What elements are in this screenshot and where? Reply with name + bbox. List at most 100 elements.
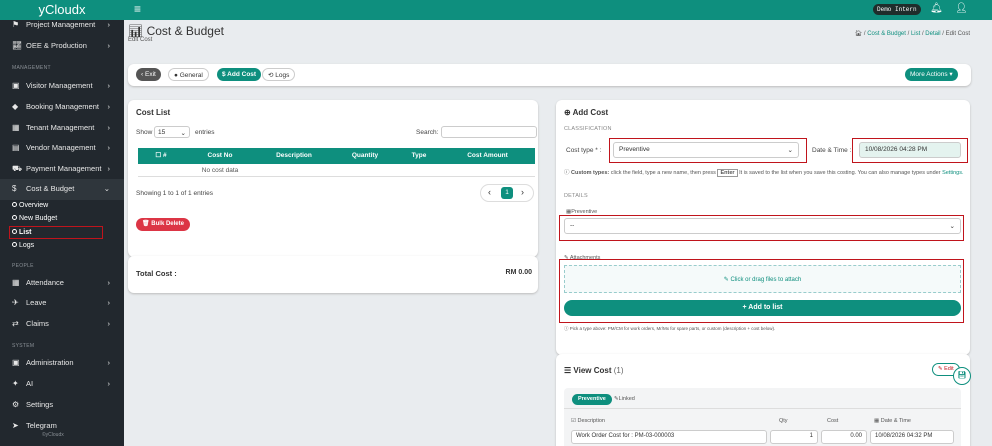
sidebar-item-label: Cost & Budget — [26, 184, 75, 193]
user-badge[interactable]: Demo Intern — [873, 4, 921, 15]
chevron-right-icon: › — [107, 278, 111, 287]
sidebar-item-project-management[interactable]: ⚑ Project Management › — [0, 20, 124, 35]
total-cost-value: RM 0.00 — [505, 269, 532, 276]
sidebar: ⚑ Project Management › 📈︎ OEE & Production ›… — [0, 20, 124, 446]
col-quantity[interactable]: Quantity — [332, 148, 398, 164]
chevron-right-icon: › — [107, 319, 111, 328]
sidebar-item-administration[interactable]: ▣ Administration › — [0, 353, 124, 373]
chevron-right-icon: › — [107, 143, 111, 152]
submenu-new-budget[interactable]: New Budget — [12, 215, 57, 222]
submenu-logs[interactable]: Logs — [12, 242, 34, 249]
row-description-field[interactable]: Work Order Cost for : PM-03-000003 — [571, 430, 767, 444]
footnote-text: Pick a type above: PM/CM for work orders… — [569, 326, 776, 331]
sidebar-footer: ©yCloudx — [42, 432, 64, 438]
total-cost-label: Total Cost : — [136, 269, 177, 278]
exchange-icon: ⇄ — [12, 319, 19, 328]
sidebar-item-label: Administration — [26, 358, 74, 367]
general-button[interactable]: ● General — [168, 68, 209, 81]
row-qty-field[interactable]: 1 — [770, 430, 818, 444]
project-icon: ⚑ — [12, 20, 20, 29]
next-page-icon[interactable]: › — [521, 187, 524, 197]
sidebar-item-label: Settings — [26, 400, 54, 409]
tab-preventive[interactable]: Preventive — [572, 394, 612, 405]
chevron-right-icon: › — [107, 102, 111, 111]
breadcrumb: 🏠︎ / Cost & Budget / List / Detail / Edi… — [854, 31, 970, 37]
chevron-right-icon: › — [107, 358, 111, 367]
logs-button[interactable]: ⟲ Logs — [262, 68, 296, 81]
section-heading-system: SYSTEM — [12, 343, 35, 349]
col-cost-amount[interactable]: Cost Amount — [440, 148, 535, 164]
row-cost-field[interactable]: 0.00 — [821, 430, 867, 444]
entries-select[interactable]: 15 ⌄ — [154, 126, 190, 138]
calendar-icon: ▦ — [12, 278, 20, 287]
sidebar-item-visitor[interactable]: ▣ Visitor Management › — [0, 76, 124, 96]
col-type[interactable]: Type — [398, 148, 440, 164]
chevron-right-icon: › — [107, 298, 111, 307]
note-bold: Custom types: — [571, 170, 610, 176]
crumb-cost-budget[interactable]: Cost & Budget — [867, 31, 906, 37]
sidebar-item-label: Payment Management — [26, 164, 102, 173]
id-card-icon: ▣ — [12, 81, 20, 90]
sidebar-item-settings[interactable]: ⚙ Settings — [0, 395, 124, 415]
prev-page-icon[interactable]: ‹ — [488, 187, 491, 197]
sidebar-item-ai[interactable]: ✦ AI › — [0, 374, 124, 394]
sidebar-item-leave[interactable]: ✈ Leave › — [0, 293, 124, 313]
sidebar-item-attendance[interactable]: ▦ Attendance › — [0, 273, 124, 293]
bar-chart-icon: 📊︎ — [128, 24, 147, 38]
sidebar-item-tenant[interactable]: ▦ Tenant Management › — [0, 118, 124, 138]
entries-label: entries — [195, 129, 215, 136]
building-icon: ▦ — [12, 123, 20, 132]
cart-icon: ⛟ — [12, 164, 23, 173]
page-title: 📊︎ Cost & Budget Edit Cost — [128, 24, 224, 43]
add-cost-title: ⊕ Add Cost — [564, 108, 609, 117]
section-heading-people: PEOPLE — [12, 263, 34, 269]
more-actions-button[interactable]: More Actions ▾ — [905, 68, 958, 81]
col-cost-no[interactable]: Cost No — [184, 148, 256, 164]
settings-link[interactable]: Settings. — [942, 170, 963, 176]
pagination: ‹ 1 › — [480, 184, 534, 202]
row-date-field[interactable]: 10/08/2026 04:32 PM — [870, 430, 954, 444]
sidebar-item-oee[interactable]: 📈︎ OEE & Production › — [0, 36, 124, 56]
exit-button[interactable]: ‹ Exit — [136, 68, 161, 81]
col-header-qty: Qty — [779, 418, 788, 424]
chevron-down-icon: ⌄ — [180, 130, 186, 137]
chart-icon: 📈︎ — [12, 41, 23, 50]
save-icon[interactable]: 💾︎ — [953, 367, 971, 385]
tag-icon: ◆ — [12, 102, 19, 111]
chevron-right-icon: › — [107, 123, 111, 132]
crumb-detail[interactable]: Detail — [925, 31, 940, 37]
add-cost-card: ⊕ Add Cost CLASSIFICATION Cost type * : … — [556, 100, 970, 355]
cost-type-label-text: Cost type * — [566, 147, 598, 154]
sidebar-item-vendor[interactable]: ▤ Vendor Management › — [0, 138, 124, 158]
tab-linked[interactable]: ✎Linked — [614, 396, 635, 402]
admin-icon: ▣ — [12, 358, 20, 367]
sidebar-item-booking[interactable]: ◆ Booking Management › — [0, 97, 124, 117]
page-1-button[interactable]: 1 — [501, 187, 513, 199]
sidebar-item-payment[interactable]: ⛟ Payment Management › — [0, 159, 124, 179]
submenu-overview[interactable]: Overview — [12, 202, 48, 209]
divider — [564, 408, 961, 409]
col-header-date: ▦ Date & Time — [874, 418, 911, 424]
crumb-list[interactable]: List — [911, 31, 920, 37]
col-description[interactable]: Description — [256, 148, 332, 164]
hamburger-icon[interactable]: ≡ — [134, 2, 141, 16]
sidebar-item-claims[interactable]: ⇄ Claims › — [0, 314, 124, 334]
entries-value: 15 — [158, 129, 166, 136]
highlight-box — [559, 215, 964, 241]
col-select[interactable]: ☐ # — [138, 148, 184, 164]
bulk-delete-label: Bulk Delete — [151, 221, 184, 227]
empty-row-text: No cost data — [201, 167, 239, 174]
bulk-delete-button[interactable]: 🗑︎ Bulk Delete — [136, 218, 190, 231]
home-icon[interactable]: 🏠︎ — [855, 31, 863, 37]
sidebar-item-label: Attendance — [26, 278, 64, 287]
note-text-2: It is saved to the list when you save th… — [739, 170, 941, 176]
circle-icon — [12, 215, 17, 220]
bell-icon[interactable]: 🔔︎ — [930, 3, 943, 14]
search-input[interactable] — [441, 126, 537, 138]
add-cost-button[interactable]: $ Add Cost — [217, 68, 262, 81]
brand-logo[interactable]: yCloudx — [0, 0, 124, 20]
sidebar-item-label: Claims — [26, 319, 49, 328]
top-bar: yCloudx ≡ Demo Intern 🔔︎ 👤︎ — [0, 0, 992, 20]
user-icon[interactable]: 👤︎ — [955, 3, 968, 14]
sidebar-item-cost-budget[interactable]: $ Cost & Budget ⌄ — [0, 179, 124, 199]
